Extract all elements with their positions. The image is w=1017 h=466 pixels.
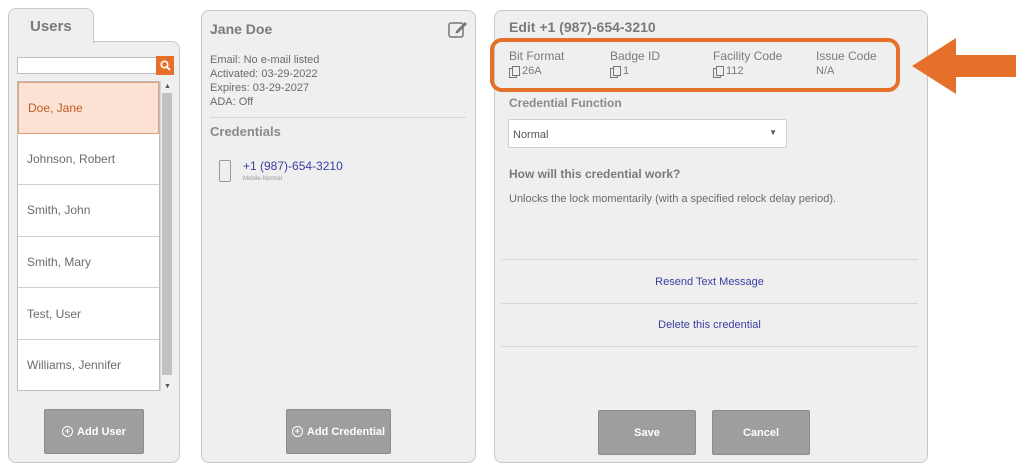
- divider: [501, 259, 918, 260]
- user-full-name: Jane Doe: [210, 21, 273, 37]
- arrow-left-icon: [912, 38, 1016, 94]
- user-expires: Expires: 03-29-2027: [210, 82, 310, 94]
- user-info: Email: No e-mail listed Activated: 03-29…: [210, 53, 319, 109]
- credential-function-select[interactable]: Normal ▼: [508, 119, 787, 148]
- divider: [210, 117, 466, 118]
- user-name: Smith, Mary: [27, 255, 92, 270]
- user-list-item-doe-jane[interactable]: Doe, Jane: [18, 82, 159, 134]
- search-button[interactable]: [156, 56, 174, 75]
- save-label: Save: [634, 426, 660, 439]
- add-credential-label: Add Credential: [306, 425, 386, 438]
- user-list-item-smith-john[interactable]: Smith, John: [18, 185, 159, 237]
- how-heading: How will this credential work?: [509, 167, 681, 181]
- tab-users-label: Users: [30, 18, 72, 35]
- credential-function-label: Credential Function: [509, 96, 622, 110]
- add-user-button[interactable]: + Add User: [44, 409, 144, 454]
- credential-type: Mobile-Normal: [243, 176, 283, 182]
- delete-credential-link[interactable]: Delete this credential: [501, 319, 918, 331]
- user-activated: Activated: 03-29-2022: [210, 68, 318, 80]
- search-input[interactable]: [17, 57, 157, 74]
- user-list-item-test-user[interactable]: Test, User: [18, 288, 159, 340]
- user-name: Johnson, Robert: [27, 151, 116, 166]
- user-list-item-johnson-robert[interactable]: Johnson, Robert: [18, 134, 159, 186]
- highlight-box: [490, 38, 900, 92]
- scrollbar-thumb[interactable]: [162, 93, 172, 375]
- user-name: Doe, Jane: [28, 100, 83, 115]
- edit-credential-title: Edit +1 (987)-654-3210: [509, 19, 656, 35]
- user-list-item-williams-jennifer[interactable]: Williams, Jennifer: [18, 340, 159, 390]
- divider: [501, 346, 918, 347]
- credentials-heading: Credentials: [210, 124, 281, 139]
- tab-users[interactable]: Users: [8, 8, 94, 43]
- user-name: Williams, Jennifer: [27, 358, 122, 373]
- credential-function-value: Normal: [513, 129, 549, 141]
- search-icon: [159, 60, 171, 71]
- scroll-up-icon[interactable]: ▲: [164, 83, 171, 90]
- add-user-label: Add User: [77, 425, 126, 438]
- save-button[interactable]: Save: [598, 410, 696, 455]
- user-email: Email: No e-mail listed: [210, 54, 320, 66]
- resend-text-message-link[interactable]: Resend Text Message: [501, 276, 918, 288]
- phone-icon: [219, 160, 231, 182]
- user-list-item-smith-mary[interactable]: Smith, Mary: [18, 237, 159, 289]
- user-name: Test, User: [27, 306, 82, 321]
- add-credential-button[interactable]: + Add Credential: [286, 409, 391, 454]
- scroll-down-icon[interactable]: ▼: [164, 383, 171, 390]
- plus-circle-icon: +: [291, 426, 303, 437]
- user-list-scrollbar[interactable]: ▲ ▼: [160, 81, 173, 391]
- cancel-label: Cancel: [742, 426, 780, 439]
- divider: [501, 303, 918, 304]
- user-list: Doe, Jane Johnson, Robert Smith, John Sm…: [17, 81, 160, 391]
- plus-circle-icon: +: [62, 426, 74, 437]
- chevron-down-icon: ▼: [769, 128, 777, 137]
- credential-link[interactable]: +1 (987)-654-3210: [243, 159, 343, 173]
- cancel-button[interactable]: Cancel: [712, 410, 810, 455]
- how-description: Unlocks the lock momentarily (with a spe…: [509, 193, 837, 205]
- edit-icon[interactable]: [447, 18, 469, 40]
- user-ada: ADA: Off: [210, 96, 254, 108]
- user-name: Smith, John: [27, 203, 91, 218]
